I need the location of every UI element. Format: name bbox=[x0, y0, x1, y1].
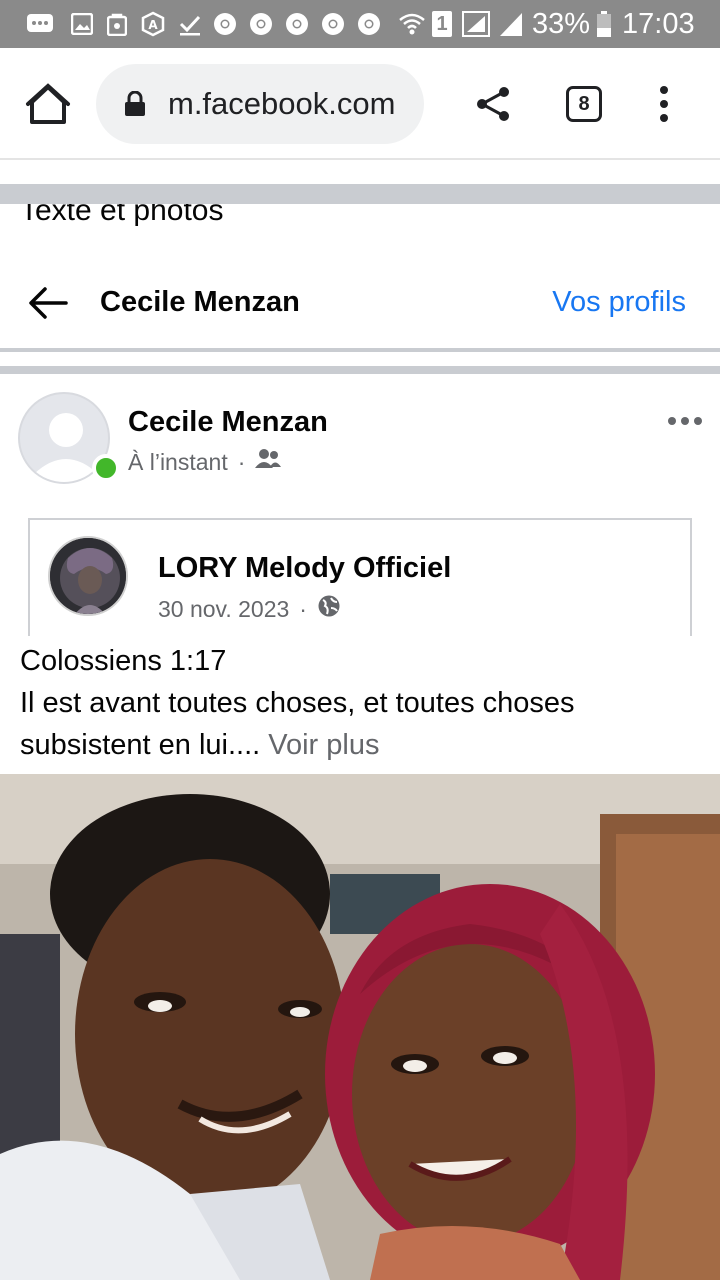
header-divider bbox=[0, 348, 720, 352]
post-meta: À l’instant · bbox=[128, 448, 282, 476]
chrome-icon bbox=[212, 11, 238, 37]
chrome-icon bbox=[356, 11, 382, 37]
see-more-link[interactable]: Voir plus bbox=[260, 729, 379, 761]
share-icon[interactable] bbox=[474, 84, 514, 124]
post-text-line2: Il est avant toutes choses, et toutes ch… bbox=[20, 682, 700, 766]
shared-post-card[interactable]: LORY Melody Officiel 30 nov. 2023 · bbox=[28, 518, 692, 636]
meta-separator: · bbox=[299, 595, 307, 622]
lock-icon bbox=[124, 90, 146, 117]
post-divider bbox=[0, 366, 720, 374]
gallery-icon bbox=[70, 11, 94, 37]
chrome-icon bbox=[284, 11, 310, 37]
signal-icon bbox=[462, 11, 490, 37]
battery-percent: 33% bbox=[532, 7, 591, 40]
post-photo[interactable] bbox=[0, 774, 720, 1280]
browser-toolbar: m.facebook.com 8 bbox=[0, 48, 720, 160]
svg-text:A: A bbox=[148, 18, 158, 32]
battery-icon bbox=[596, 11, 612, 37]
post-author[interactable]: Cecile Menzan bbox=[128, 406, 328, 439]
check-icon bbox=[178, 11, 202, 37]
post-time[interactable]: À l’instant bbox=[128, 449, 228, 476]
status-bar: A 1 33% 17:03 bbox=[0, 0, 720, 48]
sim-badge: 1 bbox=[432, 11, 452, 37]
app-icon: A bbox=[140, 11, 166, 37]
url-bar[interactable]: m.facebook.com bbox=[96, 64, 424, 144]
home-icon[interactable] bbox=[24, 82, 72, 126]
partial-heading-clip: Texte et photos bbox=[0, 204, 720, 226]
arrow-left-icon[interactable] bbox=[28, 286, 68, 320]
url-text: m.facebook.com bbox=[168, 86, 396, 121]
chat-icon bbox=[26, 11, 54, 37]
more-horiz-icon[interactable] bbox=[666, 414, 704, 428]
shared-meta: 30 nov. 2023 · bbox=[158, 594, 341, 624]
chrome-icon bbox=[248, 11, 274, 37]
signal-icon bbox=[498, 11, 524, 37]
tabs-icon[interactable]: 8 bbox=[566, 86, 602, 122]
clock: 17:03 bbox=[622, 7, 695, 40]
shared-author[interactable]: LORY Melody Officiel bbox=[158, 552, 451, 585]
globe-icon bbox=[317, 594, 341, 624]
friends-icon bbox=[255, 448, 282, 476]
wifi-icon bbox=[398, 11, 426, 37]
shared-date[interactable]: 30 nov. 2023 bbox=[158, 596, 289, 623]
profile-header: Cecile Menzan Vos profils bbox=[0, 258, 720, 348]
more-vert-icon[interactable] bbox=[654, 84, 674, 124]
chrome-icon bbox=[320, 11, 346, 37]
vos-profils-link[interactable]: Vos profils bbox=[552, 286, 686, 319]
post-text: Colossiens 1:17 Il est avant toutes chos… bbox=[20, 640, 700, 766]
online-status-dot bbox=[92, 454, 120, 482]
post-text-line1: Colossiens 1:17 bbox=[20, 645, 227, 677]
shop-icon bbox=[106, 11, 128, 37]
meta-separator: · bbox=[237, 448, 246, 475]
partial-heading: Texte et photos bbox=[20, 204, 224, 226]
shared-avatar[interactable] bbox=[48, 536, 128, 616]
header-title: Cecile Menzan bbox=[100, 286, 300, 318]
section-divider bbox=[0, 184, 720, 204]
